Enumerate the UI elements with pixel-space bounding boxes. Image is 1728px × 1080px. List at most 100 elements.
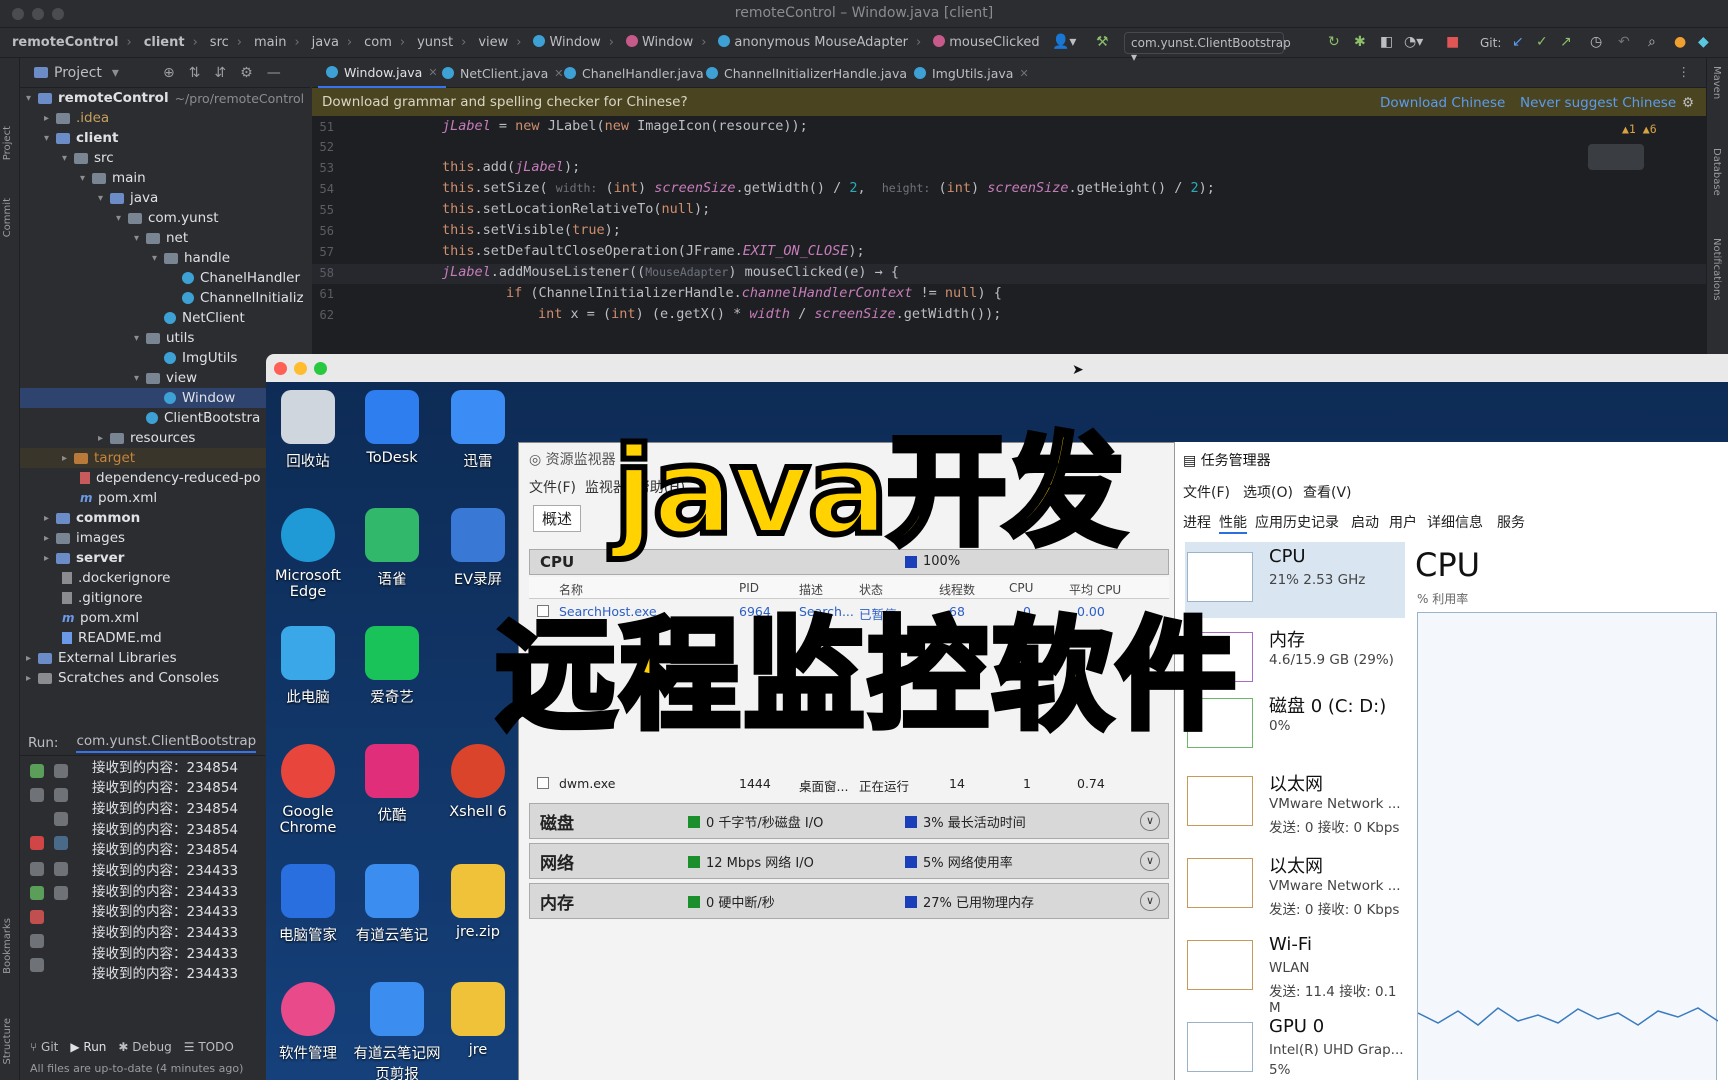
rerun-icon[interactable]: [30, 764, 44, 778]
git-commit-icon[interactable]: ✓: [1536, 34, 1548, 50]
breadcrumb-item[interactable]: java: [312, 35, 339, 50]
zoom-window-button[interactable]: [314, 362, 327, 375]
tree-node[interactable]: ▾ java: [98, 188, 158, 208]
tree-node[interactable]: ImgUtils: [164, 348, 237, 368]
desktop-icon-software-manager[interactable]: 软件管理: [268, 982, 348, 1063]
desktop-icon-pc-manager[interactable]: 电脑管家: [268, 864, 348, 945]
rerun-icon[interactable]: ↻: [1328, 34, 1340, 50]
restore-icon[interactable]: [30, 886, 44, 900]
hide-icon[interactable]: —: [267, 65, 281, 81]
user-icon[interactable]: 👤▾: [1052, 34, 1076, 50]
down-arrow-icon[interactable]: [54, 788, 68, 802]
desktop-icon-ev-recorder[interactable]: EV录屏: [438, 508, 518, 589]
tab-services[interactable]: 服务: [1497, 512, 1525, 532]
history-icon[interactable]: ◷: [1590, 34, 1602, 50]
inspection-warnings[interactable]: ▲1 ▲6: [1622, 122, 1657, 136]
console-output[interactable]: 接收到的内容：234854 接收到的内容：234854 接收到的内容：23485…: [80, 756, 265, 1056]
breadcrumb-item[interactable]: yunst: [417, 35, 453, 50]
wrench-icon[interactable]: [30, 788, 44, 802]
desktop-icon-recycle-bin[interactable]: 回收站: [268, 390, 348, 471]
up-arrow-icon[interactable]: [54, 764, 68, 778]
breadcrumb-item[interactable]: view: [478, 35, 508, 50]
desktop-icon-chrome[interactable]: Google Chrome: [268, 744, 348, 836]
maven-tool-button[interactable]: Maven: [1711, 66, 1722, 99]
run-config-select[interactable]: com.yunst.ClientBootstrap ▾: [1124, 32, 1291, 64]
close-icon[interactable]: ✕: [1019, 67, 1028, 80]
notifications-tool-button[interactable]: Notifications: [1711, 238, 1722, 301]
locate-icon[interactable]: ⊕: [163, 65, 175, 81]
perf-item-ethernet-2[interactable]: 以太网 VMware Network ... 发送: 0 接收: 0 Kbps: [1185, 848, 1405, 924]
commit-tool-button[interactable]: Commit: [2, 198, 13, 237]
desktop-icon-yuque[interactable]: 语雀: [352, 508, 432, 589]
tree-node[interactable]: ▸ common: [44, 508, 140, 528]
desktop-icon-this-pc[interactable]: 此电脑: [268, 626, 348, 707]
code-editor[interactable]: ▲1 ▲6 51 jLabel = new JLabel(new ImageIc…: [312, 116, 1706, 356]
collapse-all-icon[interactable]: ⇵: [214, 65, 226, 81]
database-tool-button[interactable]: Database: [1711, 148, 1722, 196]
scroll-to-end-icon[interactable]: [54, 836, 68, 850]
breadcrumb-item[interactable]: client: [144, 35, 185, 50]
desktop-icon-youdao-clipper[interactable]: 有道云笔记网页剪报: [352, 982, 442, 1080]
tree-node[interactable]: ▸ External Libraries: [26, 648, 177, 668]
tree-node[interactable]: ▾ utils: [134, 328, 194, 348]
tab-netclient-java[interactable]: NetClient.java ✕: [434, 58, 572, 88]
tab-window-java[interactable]: Window.java ✕: [318, 58, 446, 88]
breadcrumb-item-method[interactable]: mouseClicked: [933, 35, 1040, 50]
remote-desktop-window[interactable]: ➤ 回收站 ToDesk 迅雷 Microsoft Edge 语雀 EV录屏 此…: [266, 354, 1728, 1080]
pin-icon[interactable]: [30, 958, 44, 972]
breadcrumb-item[interactable]: src: [210, 35, 229, 50]
tree-node[interactable]: README.md: [62, 628, 162, 648]
tree-node[interactable]: dependency-reduced-po: [80, 468, 260, 488]
desktop-icon-todesk[interactable]: ToDesk: [352, 390, 432, 466]
rollback-icon[interactable]: ↶: [1618, 34, 1630, 50]
tree-node[interactable]: ▾ remoteControl ~/pro/remoteControl: [26, 88, 304, 108]
desktop-icon-youku[interactable]: 优酷: [352, 744, 432, 825]
close-window-button[interactable]: [274, 362, 287, 375]
tree-node[interactable]: ▾ src: [62, 148, 114, 168]
menu-options[interactable]: 选项(O): [1243, 482, 1293, 502]
memory-section-header[interactable]: 内存 0 硬中断/秒 27% 已用物理内存 ∨: [529, 883, 1169, 919]
chevron-down-icon[interactable]: ∨: [1140, 851, 1160, 871]
desktop-icon-youdao-note[interactable]: 有道云笔记: [352, 864, 432, 945]
breadcrumb-item-anon[interactable]: anonymous MouseAdapter: [718, 35, 908, 50]
updates-icon[interactable]: ●: [1674, 34, 1686, 50]
coverage-icon[interactable]: ◧: [1380, 34, 1393, 50]
tree-node[interactable]: ▾ client: [44, 128, 118, 148]
tree-node[interactable]: ▸ .idea: [44, 108, 109, 128]
project-tool-button[interactable]: Project: [2, 126, 13, 160]
tree-node[interactable]: ▸ Scratches and Consoles: [26, 668, 219, 688]
desktop-icon-jre[interactable]: jre: [438, 982, 518, 1058]
minimize-window-button[interactable]: [294, 362, 307, 375]
chevron-down-icon[interactable]: ∨: [1140, 811, 1160, 831]
tab-startup[interactable]: 启动: [1351, 512, 1379, 532]
tab-performance[interactable]: 性能: [1219, 512, 1247, 534]
search-icon[interactable]: ⌕: [1648, 34, 1656, 50]
perf-item-wifi[interactable]: Wi-Fi WLAN 发送: 11.4 接收: 0.1 M: [1185, 930, 1405, 1016]
row-checkbox[interactable]: [537, 777, 549, 789]
desktop-icon-xshell[interactable]: Xshell 6: [438, 744, 518, 820]
menu-view[interactable]: 查看(V): [1303, 482, 1352, 502]
git-update-icon[interactable]: ↙: [1512, 34, 1524, 50]
tree-node[interactable]: m pom.xml: [80, 488, 157, 508]
more-tabs-icon[interactable]: ⋮: [1678, 64, 1691, 79]
tab-git[interactable]: ⑂ Git: [30, 1040, 58, 1054]
tree-node[interactable]: ClientBootstra: [146, 408, 260, 428]
tree-node[interactable]: .gitignore: [62, 588, 143, 608]
tree-node[interactable]: ▾ view: [134, 368, 197, 388]
structure-tool-button[interactable]: Structure: [2, 1018, 13, 1065]
print-icon[interactable]: [54, 862, 68, 876]
tree-node[interactable]: ChanelHandler: [182, 268, 300, 288]
tree-node[interactable]: m pom.xml: [62, 608, 139, 628]
stop-icon[interactable]: [30, 836, 44, 850]
task-manager-window[interactable]: ▤ 任务管理器 文件(F) 选项(O) 查看(V) 进程 性能 应用历史记录 启…: [1174, 442, 1728, 1080]
tab-imgutils-java[interactable]: ImgUtils.java ✕: [906, 58, 1037, 88]
disk-section-header[interactable]: 磁盘 0 千字节/秒磁盘 I/O 3% 最长活动时间 ∨: [529, 803, 1169, 839]
tree-node[interactable]: ▾ net: [134, 228, 188, 248]
camera-icon[interactable]: [30, 862, 44, 876]
tree-node[interactable]: ▸ resources: [98, 428, 195, 448]
breadcrumb-item[interactable]: com: [364, 35, 392, 50]
network-section-header[interactable]: 网络 12 Mbps 网络 I/O 5% 网络使用率 ∨: [529, 843, 1169, 879]
project-panel-title[interactable]: Project: [54, 65, 102, 81]
git-push-icon[interactable]: ↗: [1560, 34, 1572, 50]
profiler-icon[interactable]: ◔▾: [1404, 34, 1423, 50]
